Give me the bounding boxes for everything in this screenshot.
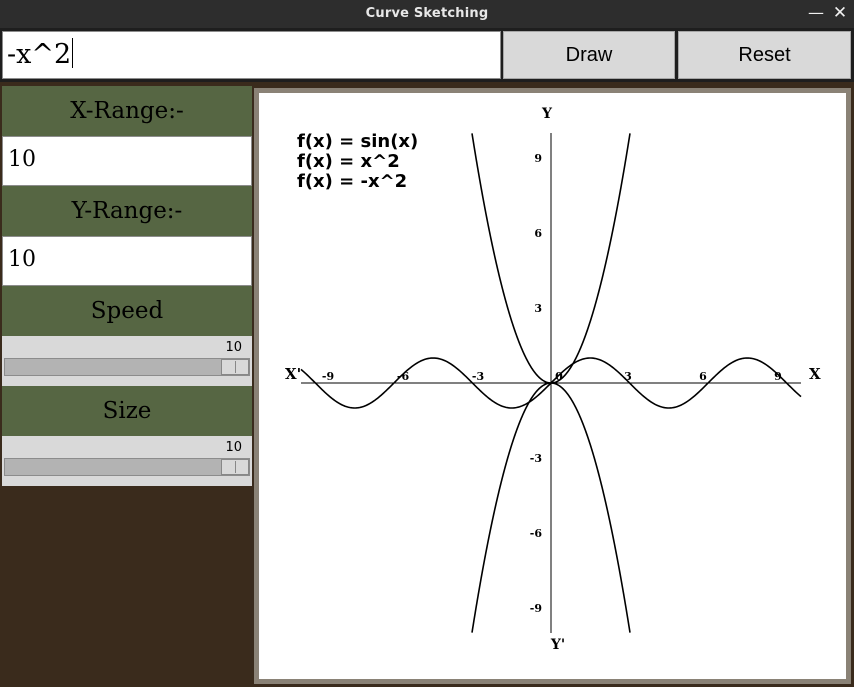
size-slider-handle[interactable]: [221, 459, 249, 475]
x-axis-label: X: [809, 365, 821, 383]
text-caret: [72, 38, 74, 68]
graph-plot: XX'YY'-9 -6 -3 0 3 6 9963-3-6-9 f(x) = sin(x)f…: [285, 106, 821, 653]
size-trough[interactable]: [4, 458, 250, 476]
y-tick-label: 9: [534, 152, 542, 165]
y-tick-label: -3: [530, 452, 542, 465]
draw-button[interactable]: Draw: [503, 31, 675, 79]
expression-input[interactable]: -x^2: [2, 31, 501, 79]
graph-canvas[interactable]: X X' Y Y' -9 -6 -3 0 3 6 9 9 6 3 -3 -6 -9 f(x) = sin(x) f…: [259, 93, 846, 679]
toolbar: -x^2 Draw Reset: [0, 28, 854, 82]
y-tick-label: 6: [534, 227, 542, 240]
y-tick-label: 3: [534, 302, 542, 315]
settings-panel: X-Range:- 10 Y-Range:- 10 Speed 10 Size …: [0, 84, 254, 687]
y-axis-label: Y: [541, 106, 553, 122]
size-label: Size: [2, 386, 252, 436]
speed-label: Speed: [2, 286, 252, 336]
window-title: Curve Sketching: [365, 6, 489, 21]
x-range-label: X-Range:-: [2, 86, 252, 136]
x-tick-label: -3: [472, 370, 484, 383]
app-window: -x^2 Draw Reset X-Range:- 10 Y-Range:- 1…: [0, 28, 854, 687]
x-axis-neg-label: X': [285, 365, 301, 383]
y-range-input[interactable]: 10: [2, 236, 252, 286]
speed-trough[interactable]: [4, 358, 250, 376]
legend: f(x) = sin(x)f(x) = x^2f(x) = -x^2: [297, 131, 418, 192]
close-icon[interactable]: ✕: [830, 3, 850, 23]
legend-entry: f(x) = -x^2: [297, 171, 407, 192]
x-tick-label: 6: [699, 370, 707, 383]
y-axis-neg-label: Y': [550, 637, 565, 653]
x-tick-label: -9: [322, 370, 334, 383]
canvas-frame: X X' Y Y' -9 -6 -3 0 3 6 9 9 6 3 -3 -6 -9 f(x) = sin(x) f…: [254, 88, 851, 684]
y-tick-label: -9: [530, 602, 542, 615]
y-range-label: Y-Range:-: [2, 186, 252, 236]
x-tick-label: -6: [397, 370, 410, 383]
size-scale: 10: [2, 436, 252, 486]
size-value: 10: [225, 440, 242, 455]
legend-entry: f(x) = sin(x): [297, 131, 418, 152]
title-bar: Curve Sketching — ✕: [0, 0, 854, 28]
speed-slider-handle[interactable]: [221, 359, 249, 375]
reset-button[interactable]: Reset: [678, 31, 851, 79]
x-range-input[interactable]: 10: [2, 136, 252, 186]
speed-value: 10: [225, 340, 242, 355]
expression-text: -x^2: [7, 39, 72, 70]
minimize-icon[interactable]: —: [806, 3, 826, 23]
legend-entry: f(x) = x^2: [297, 151, 400, 172]
y-tick-label: -6: [530, 527, 543, 540]
speed-scale: 10: [2, 336, 252, 386]
